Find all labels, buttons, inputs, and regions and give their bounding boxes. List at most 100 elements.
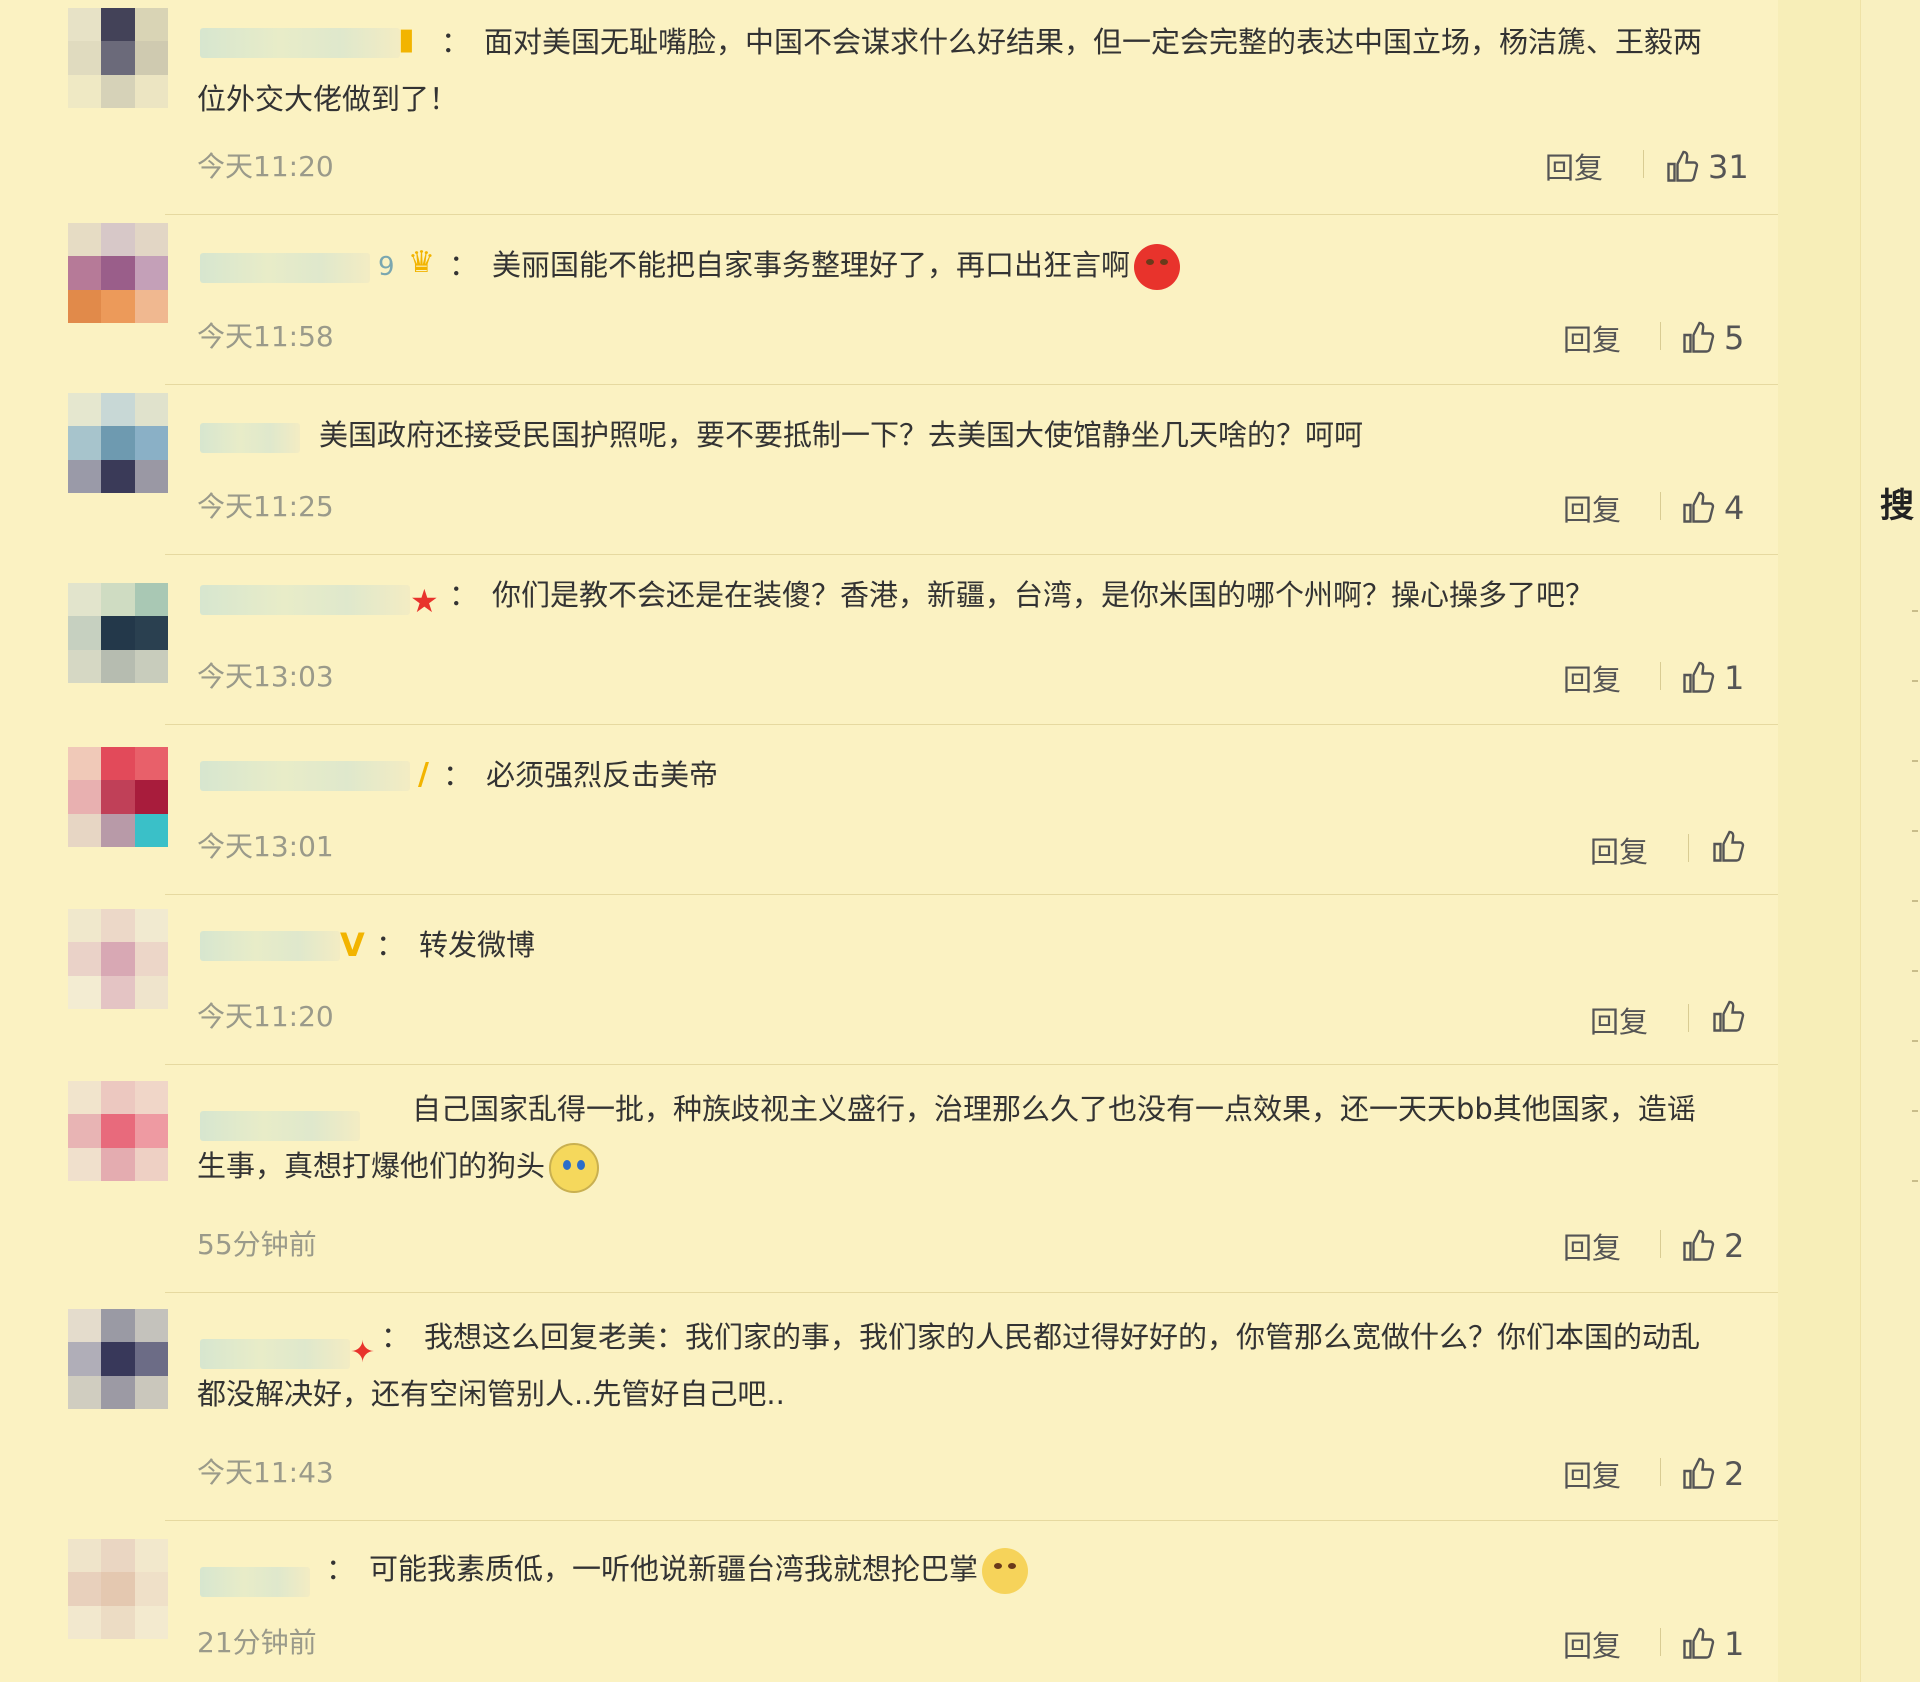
comment-body: 必须强烈反击美帝 xyxy=(486,758,719,792)
divider xyxy=(1688,834,1689,862)
avatar[interactable] xyxy=(68,393,168,493)
comment-item: 自己国家乱得一批，种族歧视主义盛行，治理那么久了也没有一点效果，还一天天bb其他… xyxy=(0,1065,1778,1293)
comment-time: 今天11:58 xyxy=(197,320,334,353)
like-button[interactable]: 2 xyxy=(1680,1455,1744,1493)
avatar[interactable] xyxy=(68,909,168,1009)
reply-button[interactable]: 回复 xyxy=(1563,317,1621,359)
divider xyxy=(1660,662,1661,690)
comment-body: 面对美国无耻嘴脸，中国不会谋求什么好结果，但一定会完整的表达中国立场，杨洁篪、王… xyxy=(197,25,1703,116)
reply-button[interactable]: 回复 xyxy=(1563,1623,1621,1665)
divider xyxy=(1643,150,1644,178)
avatar[interactable] xyxy=(68,1309,168,1409)
reply-button[interactable]: 回复 xyxy=(1563,657,1621,699)
thumbs-up-icon xyxy=(1683,1627,1715,1659)
like-button[interactable]: 5 xyxy=(1680,319,1744,357)
comment-time: 今天11:20 xyxy=(197,150,334,183)
comment-text: ：必须强烈反击美帝 xyxy=(443,758,719,792)
comment-text: 自己国家乱得一批，种族歧视主义盛行，治理那么久了也没有一点效果，还一天天bb其他… xyxy=(197,1081,1718,1195)
comment-text: ：面对美国无耻嘴脸，中国不会谋求什么好结果，但一定会完整的表达中国立场，杨洁篪、… xyxy=(197,25,1703,116)
avatar[interactable] xyxy=(68,1081,168,1181)
like-button[interactable] xyxy=(1710,999,1754,1035)
comment-time: 今天13:03 xyxy=(197,660,334,693)
thumbs-up-icon xyxy=(1683,1457,1715,1489)
comment-item: ：可能我素质低，一听他说新疆台湾我就想抡巴掌 21分钟前 回复 1 xyxy=(0,1521,1778,1682)
divider xyxy=(1660,1458,1661,1486)
like-button[interactable]: 31 xyxy=(1664,148,1749,186)
comment-body: 我想这么回复老美：我们家的事，我们家的人民都过得好好的，你管那么宽做什么？你们本… xyxy=(197,1320,1701,1411)
reply-button[interactable]: 回复 xyxy=(1563,1453,1621,1495)
comment-body: 你们是教不会还是在装傻？香港，新疆，台湾，是你米国的哪个州啊？操心操多了吧？ xyxy=(492,578,1595,612)
comment-time: 今天11:25 xyxy=(197,490,334,523)
comment-time: 今天11:20 xyxy=(197,1000,334,1033)
comment-body: 美国政府还接受民国护照呢，要不要抵制一下？去美国大使馆静坐几天啥的？呵呵 xyxy=(319,418,1364,452)
comment-body: 可能我素质低，一听他说新疆台湾我就想抡巴掌 xyxy=(369,1552,979,1586)
thumbs-up-icon xyxy=(1683,661,1715,693)
divider xyxy=(1688,1004,1689,1032)
angry-face-icon xyxy=(1134,244,1181,290)
comment-panel: ▮ ：面对美国无耻嘴脸，中国不会谋求什么好结果，但一定会完整的表达中国立场，杨洁… xyxy=(0,0,1778,1682)
comment-item: 9 ♛ ：美丽国能不能把自家事务整理好了，再口出狂言啊 今天11:58 回复 5 xyxy=(0,215,1778,385)
divider xyxy=(1660,492,1661,520)
like-button[interactable]: 2 xyxy=(1680,1227,1744,1265)
comment-text: ：美丽国能不能把自家事务整理好了，再口出狂言啊 xyxy=(197,237,1718,294)
comment-item: ✦ ：我想这么回复老美：我们家的事，我们家的人民都过得好好的，你管那么宽做什么？… xyxy=(0,1293,1778,1521)
reply-button[interactable]: 回复 xyxy=(1590,829,1648,871)
comment-item: / ：必须强烈反击美帝 今天13:01 回复 xyxy=(0,725,1778,895)
like-count: 2 xyxy=(1724,1455,1745,1493)
reply-button[interactable]: 回复 xyxy=(1563,1225,1621,1267)
right-sidebar xyxy=(1860,0,1920,1682)
comment-text: ：可能我素质低，一听他说新疆台湾我就想抡巴掌 xyxy=(197,1541,1718,1598)
sidebar-mark xyxy=(1912,830,1918,832)
like-count: 5 xyxy=(1724,319,1745,357)
like-count: 31 xyxy=(1708,148,1749,186)
comment-time: 今天13:01 xyxy=(197,830,334,863)
like-button[interactable]: 1 xyxy=(1680,659,1744,697)
comment-text: 美国政府还接受民国护照呢，要不要抵制一下？去美国大使馆静坐几天啥的？呵呵 xyxy=(197,407,1718,464)
avatar[interactable] xyxy=(68,1539,168,1639)
sidebar-mark xyxy=(1912,900,1918,902)
comment-item: ▮ ：面对美国无耻嘴脸，中国不会谋求什么好结果，但一定会完整的表达中国立场，杨洁… xyxy=(0,0,1778,215)
thumbs-up-icon xyxy=(1683,1229,1715,1261)
sidebar-mark xyxy=(1912,1110,1918,1112)
divider xyxy=(1660,1628,1661,1656)
like-button[interactable] xyxy=(1710,829,1754,865)
reply-button[interactable]: 回复 xyxy=(1563,487,1621,529)
comment-item: ★ ：你们是教不会还是在装傻？香港，新疆，台湾，是你米国的哪个州啊？操心操多了吧… xyxy=(0,555,1778,725)
comment-body: 美丽国能不能把自家事务整理好了，再口出狂言啊 xyxy=(492,248,1131,282)
divider xyxy=(1660,322,1661,350)
avatar[interactable] xyxy=(68,223,168,323)
sidebar-mark xyxy=(1912,1180,1918,1182)
thumbs-up-icon xyxy=(1667,150,1699,182)
reply-button[interactable]: 回复 xyxy=(1590,999,1648,1041)
reply-button[interactable]: 回复 xyxy=(1545,145,1603,187)
thumbs-up-icon xyxy=(1713,830,1745,862)
avatar[interactable] xyxy=(68,583,168,683)
comment-text: ：我想这么回复老美：我们家的事，我们家的人民都过得好好的，你管那么宽做什么？你们… xyxy=(197,1320,1701,1411)
comment-body: 自己国家乱得一批，种族歧视主义盛行，治理那么久了也没有一点效果，还一天天bb其他… xyxy=(197,1092,1696,1183)
comment-time: 21分钟前 xyxy=(197,1626,317,1659)
thumbs-up-icon xyxy=(1683,321,1715,353)
comment-body: 转发微博 xyxy=(419,928,536,962)
thumbs-up-icon xyxy=(1683,491,1715,523)
sidebar-mark xyxy=(1912,1040,1918,1042)
search-label[interactable]: 搜 xyxy=(1880,478,1914,527)
like-button[interactable]: 1 xyxy=(1680,1625,1744,1663)
laugh-cry-icon xyxy=(549,1143,600,1193)
comment-item: 美国政府还接受民国护照呢，要不要抵制一下？去美国大使馆静坐几天啥的？呵呵 今天1… xyxy=(0,385,1778,555)
thumbs-up-icon xyxy=(1713,1000,1745,1032)
doubt-face-icon xyxy=(982,1548,1029,1594)
sidebar-mark xyxy=(1912,970,1918,972)
comment-time: 今天11:43 xyxy=(197,1456,334,1489)
divider xyxy=(1660,1230,1661,1258)
comment-text: ：转发微博 xyxy=(376,928,536,962)
like-button[interactable]: 4 xyxy=(1680,489,1744,527)
like-count: 1 xyxy=(1724,1625,1745,1663)
comment-time: 55分钟前 xyxy=(197,1228,317,1261)
avatar[interactable] xyxy=(68,747,168,847)
like-count: 1 xyxy=(1724,659,1745,697)
avatar[interactable] xyxy=(68,8,168,108)
sidebar-mark xyxy=(1912,610,1918,612)
comment-text: ：你们是教不会还是在装傻？香港，新疆，台湾，是你米国的哪个州啊？操心操多了吧？ xyxy=(449,578,1595,612)
comment-item: V ：转发微博 今天11:20 回复 xyxy=(0,895,1778,1065)
like-count: 2 xyxy=(1724,1227,1745,1265)
